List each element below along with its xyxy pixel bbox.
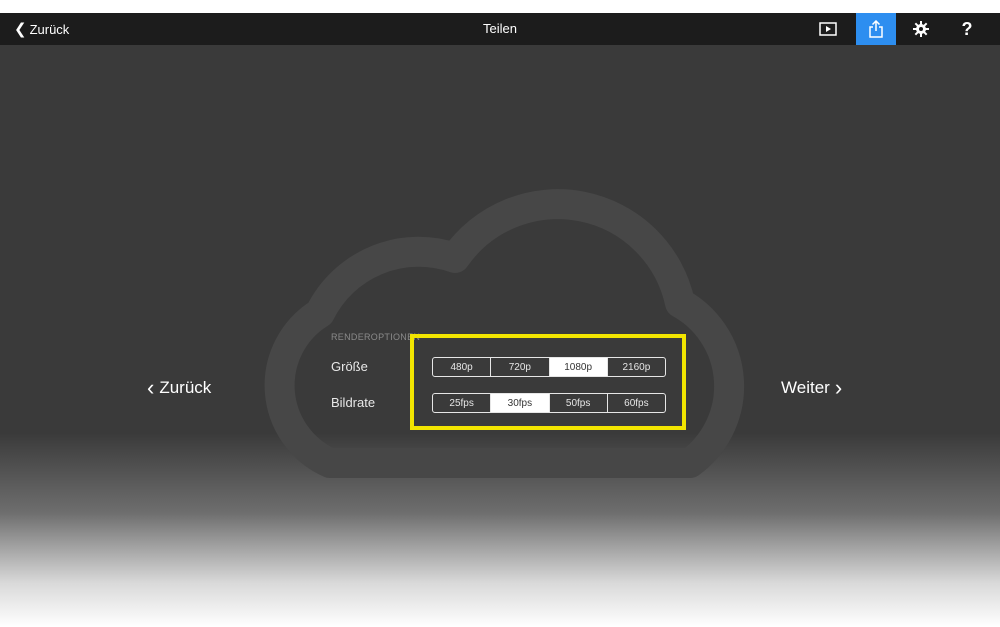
share-icon [869,20,883,38]
next-label: Weiter [781,378,830,397]
chevron-left-icon: ‹ [147,375,155,400]
cloud-icon [264,189,745,478]
chevron-right-icon: › [834,375,843,400]
settings-button[interactable] [901,13,941,45]
play-icon [819,22,837,36]
framerate-label: Bildrate [331,395,376,410]
render-options-label: RENDEROPTIONEN [331,332,421,342]
top-bar: ❮ Zurück Teilen ? [0,13,1000,45]
gear-icon [913,21,929,37]
page-title: Teilen [483,21,517,36]
highlight-box [410,334,686,430]
next-button[interactable]: Weiter › [781,375,842,401]
help-button[interactable]: ? [947,13,987,45]
back-button[interactable]: ‹ Zurück [147,375,211,401]
size-label: Größe [331,359,368,374]
back-label: Zurück [159,378,212,397]
share-button[interactable] [856,13,896,45]
help-icon: ? [961,18,973,39]
share-screen: ❮ Zurück Teilen ? RENDEROPTIONEN Größe 4… [0,13,1000,627]
preview-button[interactable] [808,13,848,45]
